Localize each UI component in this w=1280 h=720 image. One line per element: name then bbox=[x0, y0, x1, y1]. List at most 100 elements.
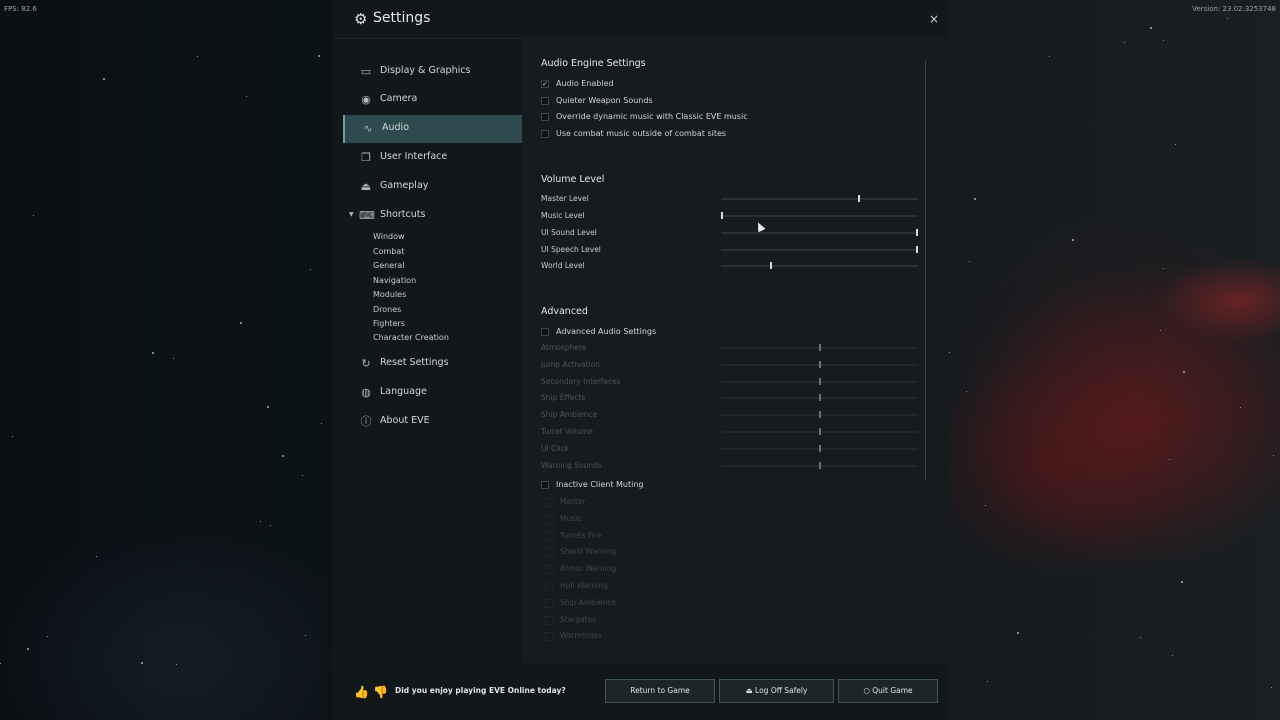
muting-checkbox[interactable] bbox=[545, 565, 554, 574]
slider-label: UI Click bbox=[541, 444, 569, 453]
shortcut-item-window[interactable]: Window bbox=[373, 232, 405, 241]
muting-label: Master bbox=[560, 497, 586, 506]
muting-checkbox[interactable] bbox=[545, 632, 554, 641]
shortcut-item-navigation[interactable]: Navigation bbox=[373, 276, 416, 285]
nav-label: User Interface bbox=[380, 151, 448, 162]
slider-thumb[interactable] bbox=[721, 212, 723, 219]
slider-label: UI Sound Level bbox=[541, 228, 597, 237]
shortcut-item-combat[interactable]: Combat bbox=[373, 247, 404, 256]
section-title-audio-engine: Audio Engine Settings bbox=[541, 58, 646, 69]
muting-checkbox[interactable] bbox=[545, 532, 554, 541]
muting-checkbox[interactable] bbox=[545, 616, 554, 625]
volume-slider[interactable] bbox=[721, 344, 918, 352]
volume-slider[interactable] bbox=[721, 361, 918, 369]
volume-slider[interactable] bbox=[721, 262, 918, 270]
nav-item-camera[interactable]: ◉ Camera bbox=[343, 86, 523, 114]
slider-thumb[interactable] bbox=[916, 229, 918, 236]
nav-item-user-interface[interactable]: ❐ User Interface bbox=[343, 144, 523, 172]
slider-thumb[interactable] bbox=[819, 344, 821, 351]
nav-item-audio[interactable]: ∿ Audio bbox=[343, 115, 523, 143]
titlebar: ⚙ Settings × bbox=[333, 0, 947, 39]
eye-icon: ◉ bbox=[361, 93, 371, 106]
feedback-prompt: Did you enjoy playing EVE Online today? bbox=[395, 686, 566, 695]
slider-thumb[interactable] bbox=[819, 462, 821, 469]
slider-track bbox=[721, 249, 918, 251]
joystick-icon: ⏏ bbox=[360, 180, 372, 193]
star bbox=[304, 635, 306, 637]
volume-slider[interactable] bbox=[721, 411, 918, 419]
checkbox[interactable] bbox=[541, 130, 549, 138]
slider-thumb[interactable] bbox=[916, 246, 918, 253]
volume-slider[interactable] bbox=[721, 394, 918, 402]
shortcut-item-drones[interactable]: Drones bbox=[373, 305, 401, 314]
shortcut-item-modules[interactable]: Modules bbox=[373, 290, 406, 299]
checkbox[interactable] bbox=[541, 113, 549, 121]
checkbox[interactable] bbox=[541, 97, 549, 105]
star bbox=[1168, 458, 1170, 460]
star bbox=[1048, 55, 1050, 57]
muting-label: Hull Warning bbox=[560, 581, 608, 590]
muting-checkbox[interactable] bbox=[545, 515, 554, 524]
nav-item-about-eve[interactable]: ⓘ About EVE bbox=[343, 408, 523, 436]
quit-game-button[interactable]: ○ Quit Game bbox=[838, 679, 938, 703]
checkbox[interactable]: ✓ bbox=[541, 80, 549, 88]
slider-thumb[interactable] bbox=[819, 378, 821, 385]
volume-slider[interactable] bbox=[721, 445, 918, 453]
log-off-safely-button[interactable]: ⏏ Log Off Safely bbox=[719, 679, 834, 703]
muting-label: Ship Ambience bbox=[560, 598, 617, 607]
thumbs-up-icon[interactable]: 👍 bbox=[354, 685, 369, 699]
shortcut-item-character-creation[interactable]: Character Creation bbox=[373, 333, 449, 342]
muting-label: Music bbox=[560, 514, 582, 523]
nav-label: Gameplay bbox=[380, 180, 429, 191]
window-title: Settings bbox=[373, 10, 431, 26]
muting-label: Shield Warning bbox=[560, 547, 617, 556]
volume-slider[interactable] bbox=[721, 428, 918, 436]
slider-thumb[interactable] bbox=[819, 411, 821, 418]
slider-thumb[interactable] bbox=[770, 262, 772, 269]
close-button[interactable]: × bbox=[929, 12, 939, 26]
slider-thumb[interactable] bbox=[819, 361, 821, 368]
slider-track bbox=[721, 198, 918, 200]
muting-label: Wormholes bbox=[560, 631, 602, 640]
muting-checkbox[interactable] bbox=[545, 582, 554, 591]
slider-label: Turret Volume bbox=[541, 427, 593, 436]
nav-item-gameplay[interactable]: ⏏ Gameplay bbox=[343, 173, 523, 201]
nav-item-shortcuts[interactable]: ▼ ⌨ Shortcuts bbox=[343, 202, 523, 230]
nav-item-language[interactable]: ◍ Language bbox=[343, 379, 523, 407]
muting-checkbox[interactable] bbox=[545, 599, 554, 608]
volume-slider[interactable] bbox=[721, 462, 918, 470]
slider-label: UI Speech Level bbox=[541, 245, 601, 254]
star bbox=[317, 54, 320, 57]
button-label: Quit Game bbox=[872, 686, 913, 695]
nav-label: Reset Settings bbox=[380, 357, 449, 368]
slider-thumb[interactable] bbox=[819, 445, 821, 452]
volume-slider[interactable] bbox=[721, 195, 918, 203]
slider-label: Music Level bbox=[541, 211, 585, 220]
nav-item-reset-settings[interactable]: ↻ Reset Settings bbox=[343, 350, 523, 378]
nav-item-display-graphics[interactable]: ▭ Display & Graphics bbox=[343, 58, 523, 86]
shortcut-item-fighters[interactable]: Fighters bbox=[373, 319, 405, 328]
muting-checkbox[interactable] bbox=[545, 498, 554, 507]
scrollbar[interactable] bbox=[925, 60, 926, 480]
return-to-game-button[interactable]: Return to Game bbox=[605, 679, 715, 703]
volume-slider[interactable] bbox=[721, 378, 918, 386]
star bbox=[239, 321, 242, 324]
volume-slider[interactable] bbox=[721, 229, 918, 237]
nav-label: Display & Graphics bbox=[380, 65, 471, 76]
checkbox[interactable] bbox=[541, 328, 549, 336]
slider-thumb[interactable] bbox=[819, 428, 821, 435]
shortcut-item-general[interactable]: General bbox=[373, 261, 405, 270]
nav-label: Shortcuts bbox=[380, 209, 426, 220]
volume-slider[interactable] bbox=[721, 246, 918, 254]
volume-slider[interactable] bbox=[721, 212, 918, 220]
star bbox=[12, 435, 14, 437]
slider-label: World Level bbox=[541, 261, 585, 270]
muting-checkbox[interactable] bbox=[545, 548, 554, 557]
checkbox[interactable] bbox=[541, 481, 549, 489]
star bbox=[301, 474, 303, 476]
muting-label: Armor Warning bbox=[560, 564, 617, 573]
thumbs-down-icon[interactable]: 👎 bbox=[373, 685, 388, 699]
slider-thumb[interactable] bbox=[819, 394, 821, 401]
slider-thumb[interactable] bbox=[858, 195, 860, 202]
nav-label: Audio bbox=[382, 122, 410, 133]
